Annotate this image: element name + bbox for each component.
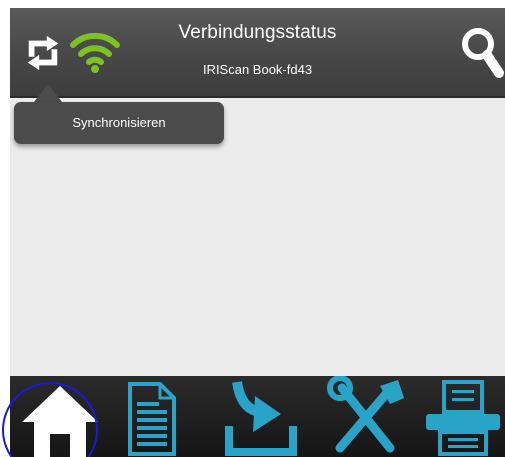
import-icon[interactable] xyxy=(215,376,305,457)
document-icon[interactable] xyxy=(122,376,182,457)
tooltip-arrow xyxy=(34,84,62,102)
scanner-icon[interactable] xyxy=(420,376,505,457)
settings-tools-icon[interactable] xyxy=(320,376,410,457)
device-name: IRIScan Book-fd43 xyxy=(202,62,313,77)
search-icon[interactable] xyxy=(460,26,504,82)
sync-tooltip: Synchronisieren xyxy=(14,102,224,144)
app-window: Verbindungsstatus IRIScan Book-fd43 Sync… xyxy=(10,8,505,457)
header-bar: Verbindungsstatus IRIScan Book-fd43 xyxy=(10,8,505,98)
page-title: Verbindungsstatus xyxy=(178,22,337,43)
